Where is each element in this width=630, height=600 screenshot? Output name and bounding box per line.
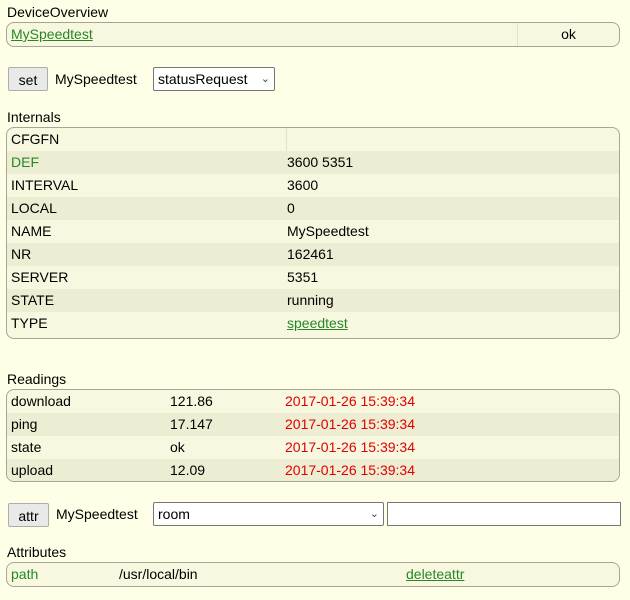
attr-device-label: MySpeedtest bbox=[56, 506, 138, 522]
reading-value: ok bbox=[170, 439, 185, 455]
device-overview-row: MySpeedtest ok bbox=[7, 23, 619, 46]
set-command-value: statusRequest bbox=[158, 71, 248, 87]
attr-value-input[interactable] bbox=[387, 502, 621, 526]
internal-value: running bbox=[287, 292, 334, 308]
reading-value: 12.09 bbox=[170, 462, 206, 478]
attr-button[interactable]: attr bbox=[8, 503, 49, 527]
internals-panel: CFGFN DEF 3600 5351 INTERVAL 3600 LOCAL … bbox=[6, 127, 620, 339]
table-row: STATE running bbox=[7, 289, 619, 312]
internal-key: STATE bbox=[11, 292, 55, 308]
device-name-link[interactable]: MySpeedtest bbox=[11, 23, 93, 46]
reading-value: 17.147 bbox=[170, 416, 213, 432]
internal-key: NR bbox=[11, 246, 32, 262]
device-overview-title: DeviceOverview bbox=[7, 4, 109, 20]
internal-key: TYPE bbox=[11, 315, 48, 331]
chevron-down-icon: ⌄ bbox=[260, 73, 270, 85]
table-row: state ok 2017-01-26 15:39:34 bbox=[7, 436, 619, 459]
attr-name-select[interactable]: room ⌄ bbox=[153, 502, 384, 526]
table-row: download 121.86 2017-01-26 15:39:34 bbox=[7, 390, 619, 413]
reading-name: upload bbox=[11, 462, 54, 478]
attributes-title: Attributes bbox=[7, 544, 67, 560]
reading-name: download bbox=[11, 393, 71, 409]
table-row: NR 162461 bbox=[7, 243, 619, 266]
table-row: upload 12.09 2017-01-26 15:39:34 bbox=[7, 459, 619, 481]
reading-name: ping bbox=[11, 416, 38, 432]
set-button[interactable]: set bbox=[8, 67, 48, 91]
set-command-select[interactable]: statusRequest ⌄ bbox=[153, 67, 275, 91]
delete-attr-link[interactable]: deleteattr bbox=[406, 563, 464, 586]
internal-key: SERVER bbox=[11, 269, 69, 285]
table-row: path /usr/local/bin deleteattr bbox=[7, 563, 619, 586]
device-status: ok bbox=[561, 26, 576, 42]
attributes-panel: path /usr/local/bin deleteattr bbox=[6, 562, 620, 587]
internals-title: Internals bbox=[7, 109, 61, 125]
internal-key-def: DEF bbox=[11, 154, 39, 170]
set-device-label: MySpeedtest bbox=[55, 71, 137, 87]
table-row: ping 17.147 2017-01-26 15:39:34 bbox=[7, 413, 619, 436]
internal-value: 3600 bbox=[287, 177, 319, 193]
attribute-name: path bbox=[11, 566, 39, 582]
readings-title: Readings bbox=[7, 371, 67, 387]
type-link[interactable]: speedtest bbox=[287, 312, 348, 335]
table-row: LOCAL 0 bbox=[7, 197, 619, 220]
table-row: DEF 3600 5351 bbox=[7, 151, 619, 174]
table-row: INTERVAL 3600 bbox=[7, 174, 619, 197]
internal-value: 5351 bbox=[287, 269, 319, 285]
reading-timestamp: 2017-01-26 15:39:34 bbox=[285, 439, 415, 455]
reading-timestamp: 2017-01-26 15:39:34 bbox=[285, 416, 415, 432]
internal-value: 162461 bbox=[287, 246, 334, 262]
table-row: TYPE speedtest bbox=[7, 312, 619, 335]
readings-panel: download 121.86 2017-01-26 15:39:34 ping… bbox=[6, 389, 620, 482]
internal-value: MySpeedtest bbox=[287, 223, 369, 239]
chevron-down-icon: ⌄ bbox=[369, 508, 379, 520]
internal-key: NAME bbox=[11, 223, 52, 239]
attr-name-value: room bbox=[158, 506, 190, 522]
internal-key: INTERVAL bbox=[11, 177, 79, 193]
reading-timestamp: 2017-01-26 15:39:34 bbox=[285, 393, 415, 409]
internal-value: 3600 5351 bbox=[287, 154, 354, 170]
attribute-value: /usr/local/bin bbox=[119, 566, 198, 582]
internal-key: LOCAL bbox=[11, 200, 57, 216]
column-divider bbox=[286, 128, 287, 151]
reading-value: 121.86 bbox=[170, 393, 213, 409]
reading-timestamp: 2017-01-26 15:39:34 bbox=[285, 462, 415, 478]
internal-key: CFGFN bbox=[11, 131, 60, 147]
device-overview-panel: MySpeedtest ok bbox=[6, 22, 620, 47]
table-row: CFGFN bbox=[7, 128, 619, 151]
table-row: SERVER 5351 bbox=[7, 266, 619, 289]
internal-value: 0 bbox=[287, 200, 295, 216]
table-row: NAME MySpeedtest bbox=[7, 220, 619, 243]
reading-name: state bbox=[11, 439, 42, 455]
